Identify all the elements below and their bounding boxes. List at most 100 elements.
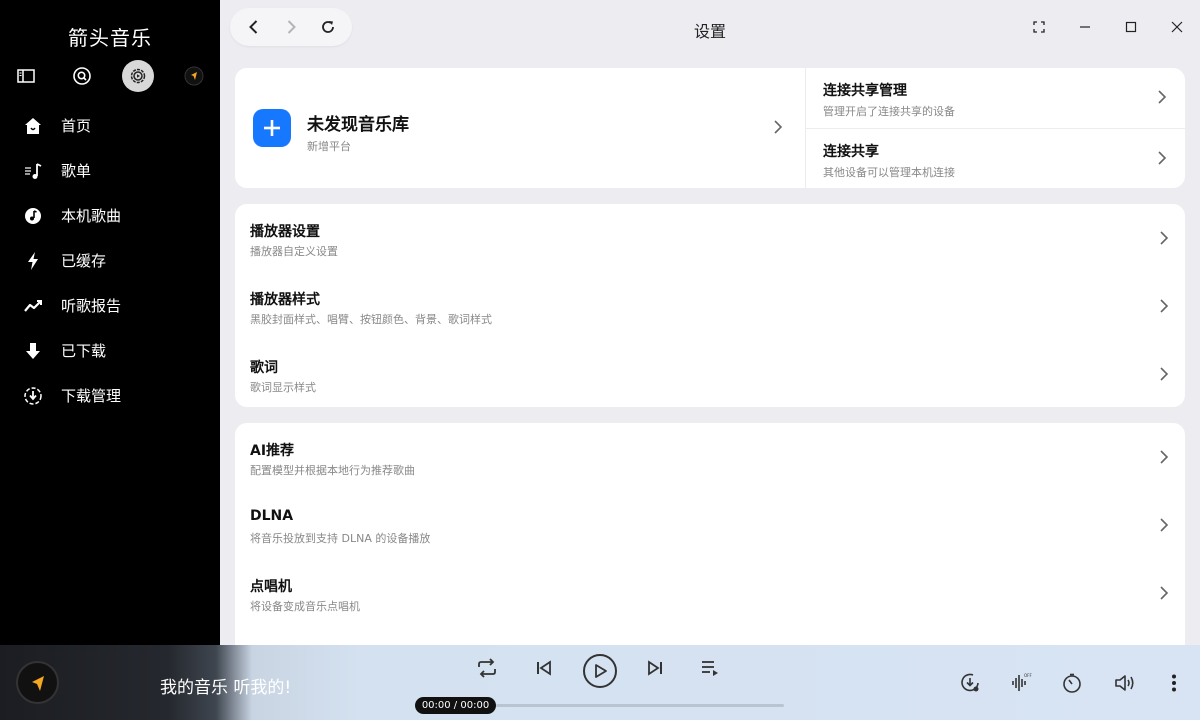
user-avatar-icon[interactable] [178, 60, 210, 92]
item-title: 连接共享 [823, 144, 879, 160]
chevron-right-icon [287, 20, 296, 34]
sidebar-nav: 首页 歌单 本机歌曲 已缓存 听歌报告 已下载 下载管理 [0, 103, 220, 418]
sidebar-item-label: 已缓存 [61, 252, 107, 270]
refresh-button[interactable] [313, 12, 343, 42]
sidebar-item-download-manager[interactable]: 下载管理 [0, 373, 220, 418]
more-options-button[interactable] [1161, 670, 1187, 696]
now-playing-text: 我的音乐 听我的! [160, 678, 292, 698]
download-arrow-icon [26, 342, 40, 359]
item-title: 连接共享管理 [823, 83, 907, 99]
sidebar-item-local-music[interactable]: 本机歌曲 [0, 193, 220, 238]
next-button[interactable] [643, 656, 667, 680]
sidebar-item-label: 本机歌曲 [61, 207, 122, 225]
lyrics-item[interactable]: 歌词 歌词显示样式 [235, 340, 1185, 408]
chevron-right-icon [1157, 230, 1171, 246]
sidebar-top-icons [0, 60, 220, 92]
sleep-timer-button[interactable] [1059, 670, 1085, 696]
timer-icon [1063, 673, 1081, 693]
extra-settings-card: AI推荐 配置模型并根据本地行为推荐歌曲 DLNA 将音乐投放到支持 DLNA … [235, 423, 1185, 645]
item-subtitle: 播放器自定义设置 [250, 245, 338, 258]
item-title: 点唱机 [250, 579, 292, 595]
repeat-button[interactable] [475, 656, 499, 680]
item-subtitle: 黑胶封面样式、唱臂、按钮颜色、背景、歌词样式 [250, 313, 492, 326]
sidebar-item-playlist[interactable]: 歌单 [0, 148, 220, 193]
sidebar-item-label: 歌单 [61, 162, 92, 180]
app-title: 箭头音乐 [68, 26, 152, 50]
player-settings-item[interactable]: 播放器设置 播放器自定义设置 [235, 204, 1185, 272]
ai-recommend-item[interactable]: AI推荐 配置模型并根据本地行为推荐歌曲 [235, 423, 1185, 491]
minimize-button[interactable] [1062, 8, 1108, 46]
sidebar-item-label: 首页 [61, 117, 92, 135]
sound-effect-button[interactable]: OFF [1008, 670, 1034, 696]
queue-button[interactable] [698, 656, 722, 680]
chevron-left-icon [249, 20, 258, 34]
item-title: 歌词 [250, 360, 278, 376]
forward-button[interactable] [276, 12, 306, 42]
sidebar-item-label: 已下载 [61, 342, 107, 360]
home-icon [25, 117, 41, 134]
item-title: 播放器样式 [250, 292, 320, 308]
player-settings-card: 播放器设置 播放器自定义设置 播放器样式 黑胶封面样式、唱臂、按钮颜色、背景、歌… [235, 204, 1185, 407]
download-song-button[interactable] [957, 670, 983, 696]
connection-share-management-item[interactable]: 连接共享管理 管理开启了连接共享的设备 [806, 68, 1185, 128]
sidebar-item-label: 听歌报告 [61, 297, 122, 315]
waveform-off-icon: OFF [1012, 673, 1032, 691]
refresh-icon [321, 21, 334, 33]
progress-slider[interactable] [496, 704, 784, 707]
library-subtitle: 新增平台 [307, 140, 351, 153]
maximize-button[interactable] [1108, 8, 1154, 46]
item-subtitle: 歌词显示样式 [250, 381, 316, 394]
chevron-right-icon [1157, 366, 1171, 382]
navigation-controls [230, 8, 352, 46]
sidebar-item-downloaded[interactable]: 已下载 [0, 328, 220, 373]
previous-button[interactable] [532, 656, 556, 680]
fullscreen-icon [1033, 21, 1045, 33]
player-bar: 我的音乐 听我的! 00:00 / 00:00 OFF [0, 645, 1200, 720]
skip-previous-icon [537, 660, 551, 676]
window-controls [1016, 8, 1200, 46]
maximize-icon [1125, 21, 1137, 33]
sidebar-item-cached[interactable]: 已缓存 [0, 238, 220, 283]
close-button[interactable] [1154, 8, 1200, 46]
chevron-right-icon [1157, 298, 1171, 314]
page-title: 设置 [693, 22, 726, 41]
item-subtitle: 配置模型并根据本地行为推荐歌曲 [250, 464, 415, 477]
add-library-button[interactable]: 未发现音乐库 新增平台 [235, 68, 805, 188]
settings-icon[interactable] [122, 60, 154, 92]
jukebox-item[interactable]: 点唱机 将设备变成音乐点唱机 [235, 559, 1185, 627]
play-button[interactable] [583, 654, 617, 688]
repeat-icon [478, 658, 496, 678]
sidebar-item-home[interactable]: 首页 [0, 103, 220, 148]
chevron-right-icon [1157, 449, 1171, 465]
item-subtitle: 将设备变成音乐点唱机 [250, 600, 360, 613]
search-icon[interactable] [66, 60, 98, 92]
item-subtitle: 管理开启了连接共享的设备 [823, 105, 955, 118]
back-button[interactable] [239, 12, 269, 42]
local-music-icon [25, 207, 41, 224]
chevron-right-icon [1155, 89, 1169, 105]
item-title: AI推荐 [250, 443, 295, 459]
player-style-item[interactable]: 播放器样式 黑胶封面样式、唱臂、按钮颜色、背景、歌词样式 [235, 272, 1185, 340]
download-manager-icon [24, 386, 42, 405]
item-subtitle: 将音乐投放到支持 DLNA 的设备播放 [250, 532, 431, 545]
download-circle-icon [961, 673, 979, 692]
sidebar-toggle-icon[interactable] [10, 60, 42, 92]
dlna-item[interactable]: DLNA 将音乐投放到支持 DLNA 的设备播放 [235, 491, 1185, 559]
volume-button[interactable] [1111, 670, 1137, 696]
connection-share-item[interactable]: 连接共享 其他设备可以管理本机连接 [806, 129, 1185, 189]
chevron-right-icon [1155, 150, 1169, 166]
close-icon [1171, 21, 1183, 33]
chevron-right-icon [1157, 585, 1171, 601]
chevron-right-icon [771, 119, 785, 135]
library-title: 未发现音乐库 [307, 115, 409, 135]
album-cover[interactable] [16, 661, 59, 704]
sidebar-item-listening-report[interactable]: 听歌报告 [0, 283, 220, 328]
fullscreen-button[interactable] [1016, 8, 1062, 46]
volume-icon [1115, 675, 1134, 691]
app-logo-icon [31, 675, 44, 691]
skip-next-icon [648, 660, 662, 676]
item-title: DLNA [250, 508, 294, 524]
item-title: 播放器设置 [250, 224, 320, 240]
chevron-right-icon [1157, 517, 1171, 533]
trend-chart-icon [24, 299, 42, 312]
